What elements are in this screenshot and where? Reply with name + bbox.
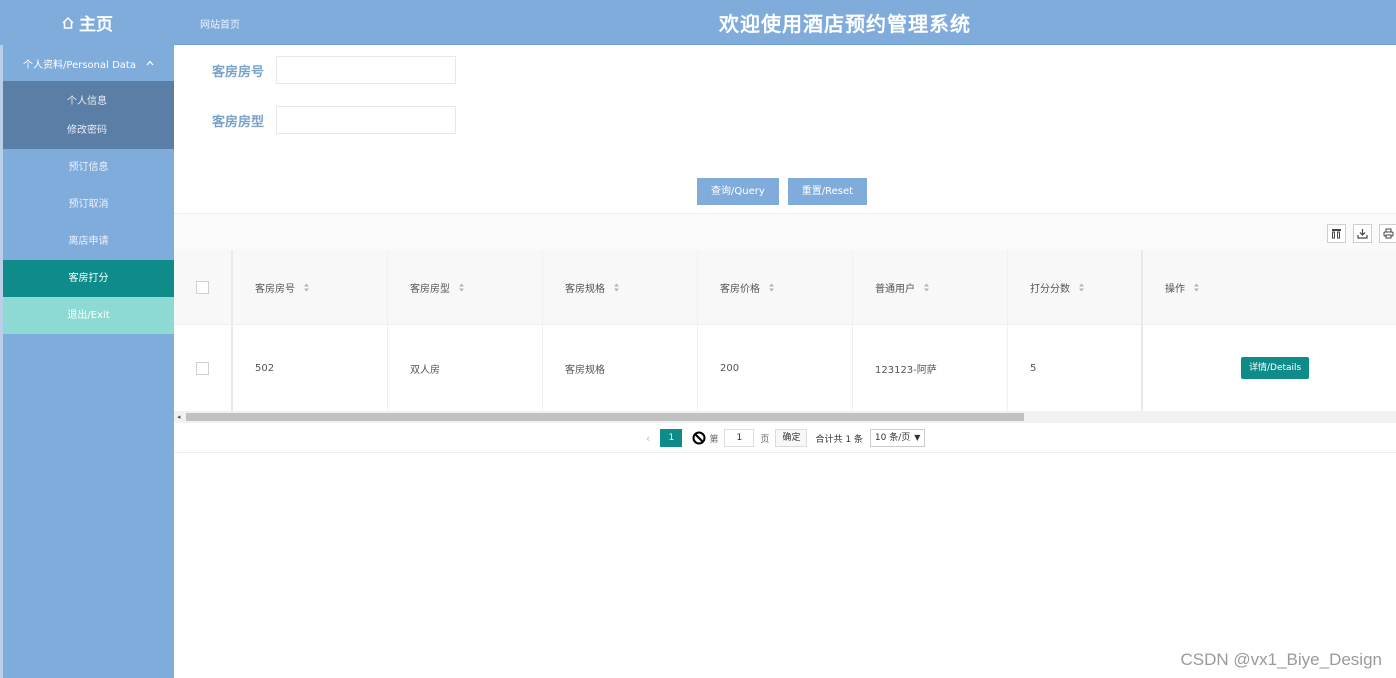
column-label: 打分分数 <box>1030 283 1070 295</box>
room-no-label: 客房房号 <box>212 64 265 80</box>
cell-score: 5 <box>1008 325 1143 411</box>
table-header: 客房房号 客房房型 客房规格 客房价格 普通用户 打分分数 操作 <box>174 250 1396 325</box>
sidebar-item-exit[interactable]: 退出/Exit <box>3 297 174 334</box>
column-header-user[interactable]: 普通用户 <box>853 250 1008 324</box>
room-type-input[interactable] <box>276 106 456 134</box>
column-label: 普通用户 <box>875 283 915 295</box>
page-number-current[interactable]: 1 <box>660 429 683 447</box>
sidebar-item-change-password[interactable]: 修改密码 <box>3 116 174 145</box>
cell-room-price: 200 <box>698 325 853 411</box>
scroll-left-icon[interactable]: ◂ <box>177 413 181 421</box>
header-checkbox-cell <box>174 250 233 324</box>
column-header-room-type[interactable]: 客房房型 <box>388 250 543 324</box>
sidebar-group-label: 个人资料/Personal Data <box>23 59 136 71</box>
goto-page-input[interactable]: 1 <box>724 429 755 447</box>
column-label: 客房房型 <box>410 283 450 295</box>
home-icon <box>62 16 74 29</box>
print-icon[interactable] <box>1379 224 1396 243</box>
page-size-select[interactable]: 10 条/页 ▼ <box>869 429 926 447</box>
prev-page-icon[interactable]: ‹ <box>646 432 650 445</box>
goto-confirm-button[interactable]: 确定 <box>775 429 808 447</box>
room-no-input[interactable] <box>276 56 456 84</box>
column-header-room-no[interactable]: 客房房号 <box>233 250 388 324</box>
top-bar: 主页 网站首页 欢迎使用酒店预约管理系统 <box>0 0 1396 45</box>
sort-icon[interactable] <box>303 282 310 293</box>
room-type-field-row: 客房房型 <box>212 106 456 134</box>
not-allowed-icon <box>692 431 706 445</box>
sidebar-submenu: 个人信息 修改密码 <box>3 81 174 149</box>
total-count: 合计共 1 条 <box>815 434 863 445</box>
sort-icon[interactable] <box>923 282 930 293</box>
sort-icon[interactable] <box>613 282 620 293</box>
columns-icon[interactable] <box>1327 224 1346 243</box>
column-label: 操作 <box>1165 283 1185 295</box>
cell-room-spec: 客房规格 <box>543 325 698 411</box>
pagination-bar: ‹ 1 第 1 页 确定 合计共 1 条 10 条/页 ▼ <box>174 423 1396 453</box>
table-toolbar <box>174 213 1396 250</box>
column-header-actions[interactable]: 操作 <box>1143 250 1396 324</box>
reset-button[interactable]: 重置/Reset <box>787 178 868 205</box>
select-all-checkbox[interactable] <box>196 280 209 294</box>
horizontal-scrollbar[interactable]: ◂ <box>174 411 1396 423</box>
room-no-field-row: 客房房号 <box>212 56 456 84</box>
query-button[interactable]: 查询/Query <box>697 178 779 205</box>
sidebar-group-personal-data[interactable]: 个人资料/Personal Data <box>3 45 174 81</box>
cell-room-type: 双人房 <box>388 325 543 411</box>
sort-icon[interactable] <box>458 282 465 293</box>
goto-suffix: 页 <box>760 434 770 445</box>
column-label: 客房房号 <box>255 283 295 295</box>
cell-actions: 详情/Details <box>1143 325 1396 411</box>
home-label: 主页 <box>79 15 113 35</box>
column-header-room-spec[interactable]: 客房规格 <box>543 250 698 324</box>
sidebar-item-room-rating[interactable]: 客房打分 <box>3 260 174 297</box>
cell-user: 123123-阿萨 <box>853 325 1008 411</box>
row-checkbox-cell <box>174 325 233 411</box>
chevron-down-icon: ▼ <box>914 433 921 442</box>
column-label: 客房规格 <box>565 283 605 295</box>
sidebar-item-personal-info[interactable]: 个人信息 <box>3 87 174 116</box>
sidebar-item-booking-cancel[interactable]: 预订取消 <box>3 186 174 223</box>
pagination: ‹ 1 第 1 页 确定 合计共 1 条 10 条/页 ▼ <box>646 429 926 447</box>
page-title: 欢迎使用酒店预约管理系统 <box>719 12 971 36</box>
page-size-value: 10 条/页 <box>874 433 911 443</box>
column-header-room-price[interactable]: 客房价格 <box>698 250 853 324</box>
sort-icon[interactable] <box>1193 282 1200 293</box>
scrollbar-thumb[interactable] <box>186 413 1024 421</box>
goto-prefix: 第 <box>709 434 719 445</box>
data-table: 客房房号 客房房型 客房规格 客房价格 普通用户 打分分数 操作 502 双人房… <box>174 250 1396 411</box>
column-header-score[interactable]: 打分分数 <box>1008 250 1143 324</box>
export-icon[interactable] <box>1353 224 1372 243</box>
breadcrumb-home[interactable]: 网站首页 <box>200 16 240 31</box>
sidebar-item-booking-info[interactable]: 预订信息 <box>3 149 174 186</box>
table-row: 502 双人房 客房规格 200 123123-阿萨 5 详情/Details <box>174 325 1396 411</box>
watermark: CSDN @vx1_Biye_Design <box>1180 650 1382 669</box>
search-actions: 查询/Query 重置/Reset <box>697 178 868 205</box>
details-button[interactable]: 详情/Details <box>1241 357 1310 379</box>
chevron-up-icon <box>146 60 154 66</box>
room-type-label: 客房房型 <box>212 114 265 130</box>
cell-room-no: 502 <box>233 325 388 411</box>
sort-icon[interactable] <box>1078 282 1085 293</box>
main-content: 客房房号 客房房型 查询/Query 重置/Reset 客房房号 客房房型 客房… <box>174 45 1396 678</box>
sort-icon[interactable] <box>768 282 775 293</box>
row-checkbox[interactable] <box>196 361 209 375</box>
sidebar: 个人资料/Personal Data 个人信息 修改密码 预订信息 预订取消 离… <box>0 45 174 678</box>
sidebar-item-checkout-request[interactable]: 离店申请 <box>3 223 174 260</box>
column-label: 客房价格 <box>720 283 760 295</box>
home-link[interactable]: 主页 <box>0 0 174 45</box>
